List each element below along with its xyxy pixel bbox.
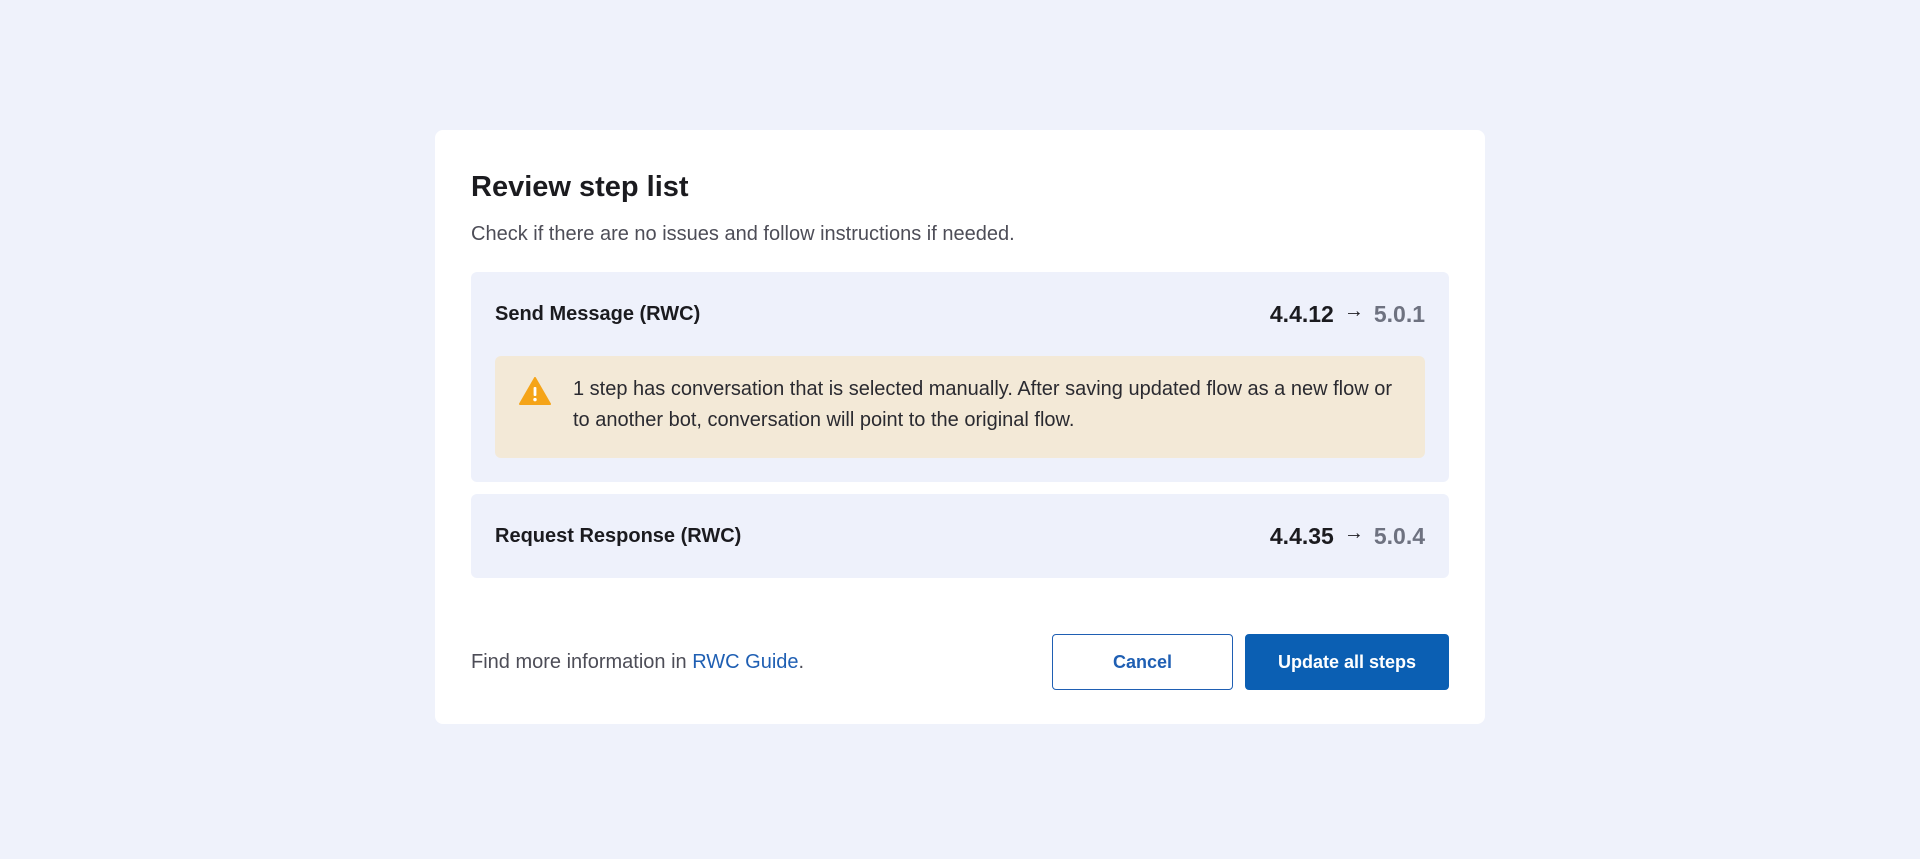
update-all-steps-button[interactable]: Update all steps xyxy=(1245,634,1449,690)
warning-text: 1 step has conversation that is selected… xyxy=(573,378,1392,431)
review-step-list-dialog: Review step list Check if there are no i… xyxy=(435,130,1485,724)
info-suffix: . xyxy=(798,650,805,673)
dialog-title: Review step list xyxy=(471,171,689,203)
step-header: Request Response (RWC) 4.4.35 → 5.0.4 xyxy=(495,494,1425,578)
warning-notice: 1 step has conversation that is selected… xyxy=(495,356,1425,458)
warning-triangle-icon xyxy=(519,377,551,405)
arrow-right-icon: → xyxy=(1343,521,1364,544)
version-to: 5.0.4 xyxy=(1373,522,1425,549)
info-prefix: Find more information in xyxy=(471,650,693,673)
step-item-send-message: Send Message (RWC) 4.4.12 → 5.0.1 1 step… xyxy=(471,272,1449,482)
dialog-footer: Find more information in RWC Guide. Canc… xyxy=(471,634,1449,690)
footer-buttons: Cancel Update all steps xyxy=(1052,634,1449,690)
version-change: 4.4.35 → 5.0.4 xyxy=(1269,521,1425,550)
dialog-subtitle: Check if there are no issues and follow … xyxy=(471,223,1015,245)
version-from: 4.4.12 xyxy=(1269,300,1334,327)
cancel-button[interactable]: Cancel xyxy=(1052,634,1233,690)
step-list: Send Message (RWC) 4.4.12 → 5.0.1 1 step… xyxy=(471,272,1449,578)
step-name: Request Response (RWC) xyxy=(495,524,742,547)
version-from: 4.4.35 xyxy=(1269,522,1334,549)
step-name: Send Message (RWC) xyxy=(495,302,701,325)
step-header: Send Message (RWC) 4.4.12 → 5.0.1 xyxy=(495,272,1425,356)
step-item-request-response: Request Response (RWC) 4.4.35 → 5.0.4 xyxy=(471,494,1449,578)
rwc-guide-link[interactable]: RWC Guide xyxy=(692,651,798,673)
version-to: 5.0.1 xyxy=(1373,300,1425,327)
version-change: 4.4.12 → 5.0.1 xyxy=(1269,299,1425,328)
arrow-right-icon: → xyxy=(1343,299,1364,322)
info-text: Find more information in RWC Guide. xyxy=(471,651,804,674)
